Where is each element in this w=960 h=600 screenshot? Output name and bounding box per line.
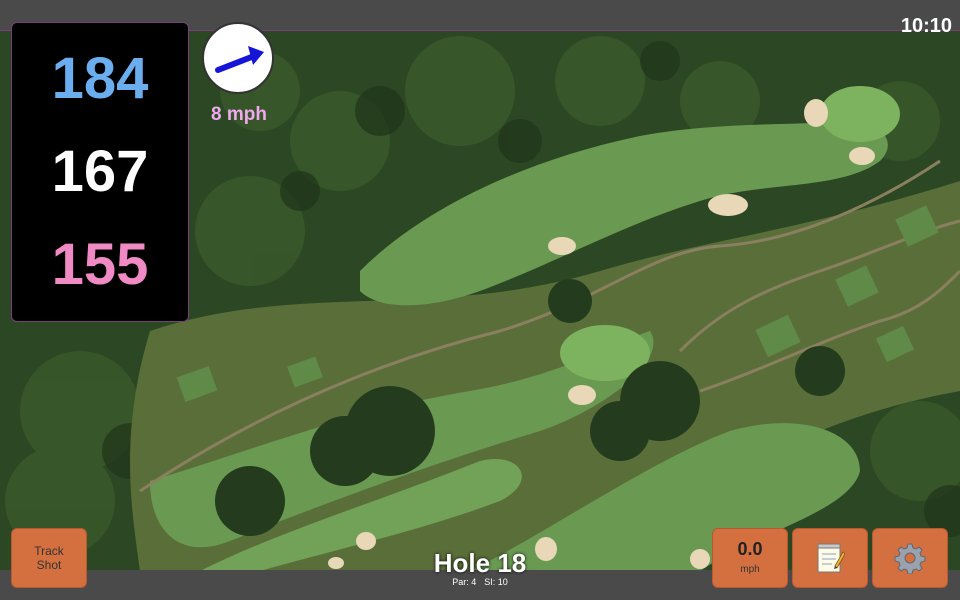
speed-button[interactable]: 0.0 mph [712,528,788,588]
front-distance: 155 [51,231,149,297]
wind-arrow-icon [215,46,264,73]
track-shot-label-line2: Shot [36,558,62,572]
back-distance: 184 [51,46,149,112]
gear-icon [894,543,926,574]
middle-distance: 167 [51,138,149,204]
wind-indicator[interactable] [202,22,274,94]
wind-speed: 8 mph [211,104,267,125]
clock: 10:10 [900,15,952,37]
hole-info: Par: 4 SI: 10 [380,577,580,587]
hole-stroke-index: SI: 10 [484,577,508,587]
distance-panel: 184 167 155 [11,22,189,322]
speed-unit: mph [740,564,760,575]
speed-value: 0.0 [737,539,763,559]
notes-button[interactable] [792,528,868,588]
settings-button[interactable] [872,528,948,588]
hole-title: Hole 18 [433,548,527,578]
hole-par: Par: 4 [452,577,477,587]
track-shot-label-line1: Track [34,544,64,558]
notepad-icon [817,543,845,573]
track-shot-button[interactable]: Track Shot [11,528,87,588]
